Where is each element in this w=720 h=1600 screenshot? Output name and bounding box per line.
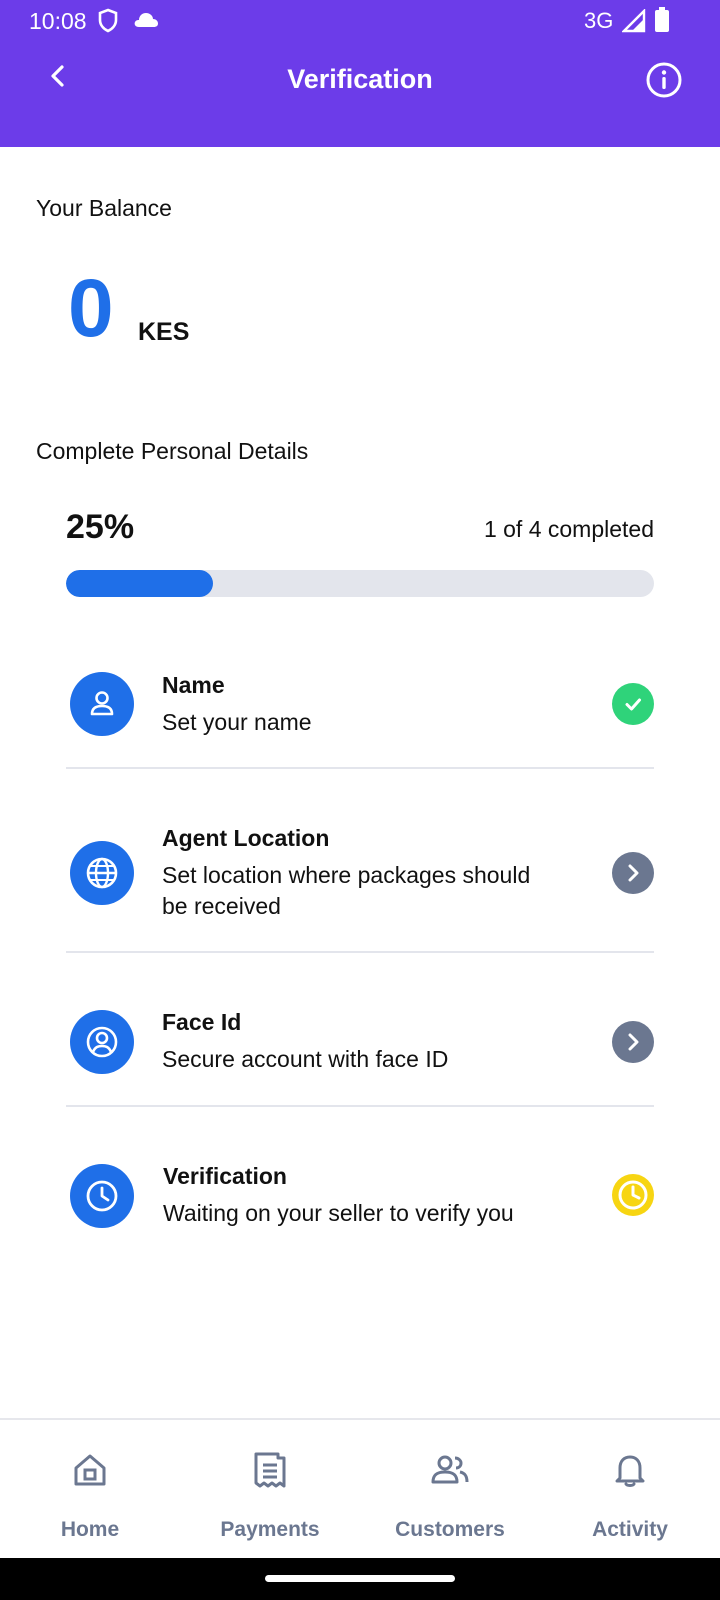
info-icon <box>644 62 684 104</box>
info-button[interactable] <box>644 60 684 100</box>
step-verification[interactable]: Verification Waiting on your seller to v… <box>66 1154 654 1254</box>
bell-icon <box>610 1450 650 1490</box>
chevron-right-icon[interactable] <box>612 852 654 894</box>
balance-currency: KES <box>138 318 190 346</box>
status-time: 10:08 <box>29 8 87 34</box>
header: 10:08 3G Verification <box>0 0 720 147</box>
system-navigation-bar <box>0 1558 720 1600</box>
nav-customers[interactable]: Customers <box>360 1420 540 1560</box>
nav-label: Home <box>60 1518 120 1541</box>
section-title: Complete Personal Details <box>36 438 309 464</box>
signal-icon <box>621 8 646 38</box>
step-description: Secure account with face ID <box>162 1046 449 1072</box>
progress-fill <box>66 570 213 597</box>
balance-label: Your Balance <box>36 195 172 221</box>
step-description: Waiting on your seller to verify you <box>163 1200 514 1226</box>
users-icon <box>430 1450 470 1490</box>
nav-label: Customers <box>395 1518 505 1541</box>
step-face-id[interactable]: Face Id Secure account with face ID <box>66 1000 654 1108</box>
progress-percent: 25% <box>66 508 135 546</box>
network-type: 3G <box>584 8 614 33</box>
pending-clock-icon <box>612 1174 654 1216</box>
check-icon <box>612 683 654 725</box>
page-title: Verification <box>287 64 433 94</box>
progress-bar <box>66 570 654 597</box>
step-name[interactable]: Name Set your name <box>66 660 654 770</box>
home-gesture-handle[interactable] <box>265 1575 455 1582</box>
bottom-nav: Home Payments Customers Activity <box>0 1418 720 1558</box>
step-agent-location[interactable]: Agent Location Set location where packag… <box>66 816 654 954</box>
globe-icon <box>70 841 134 905</box>
step-title: Verification <box>163 1163 287 1189</box>
battery-icon <box>654 7 670 38</box>
progress-count: 1 of 4 completed <box>483 516 654 542</box>
step-title: Face Id <box>162 1009 242 1035</box>
nav-activity[interactable]: Activity <box>540 1420 720 1560</box>
shield-icon <box>97 8 119 39</box>
step-description: Set your name <box>162 709 312 735</box>
user-icon <box>70 672 134 736</box>
chevron-right-icon[interactable] <box>612 1021 654 1063</box>
cloud-icon <box>132 10 160 35</box>
home-icon <box>70 1450 110 1490</box>
status-bar: 10:08 3G <box>0 0 720 42</box>
divider <box>66 767 654 769</box>
divider <box>66 951 654 953</box>
nav-payments[interactable]: Payments <box>180 1420 360 1560</box>
clock-icon <box>70 1164 134 1228</box>
nav-home[interactable]: Home <box>0 1420 180 1560</box>
nav-label: Activity <box>592 1518 668 1541</box>
divider <box>66 1105 654 1107</box>
receipt-icon <box>250 1450 290 1490</box>
step-title: Agent Location <box>162 825 330 851</box>
step-title: Name <box>162 672 225 698</box>
face-id-icon <box>70 1010 134 1074</box>
step-description: Set location where packages should be re… <box>162 862 531 919</box>
balance-amount: 0 <box>68 263 114 354</box>
nav-label: Payments <box>220 1518 320 1541</box>
